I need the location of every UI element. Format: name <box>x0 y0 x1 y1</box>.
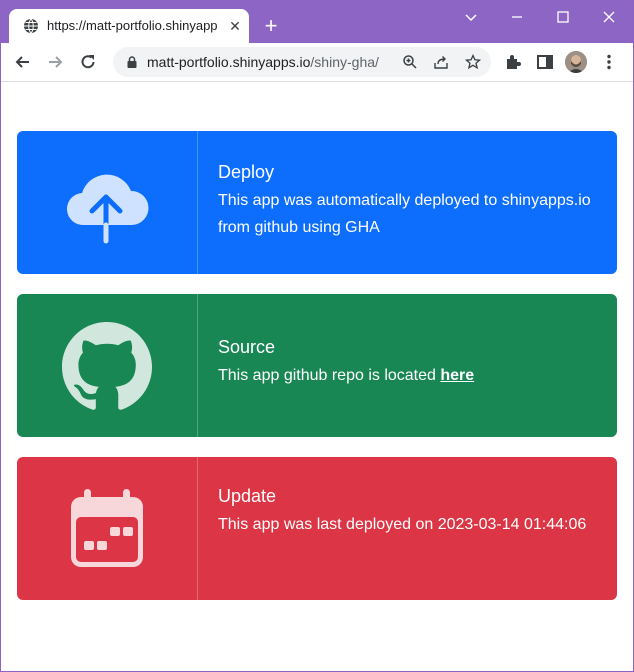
update-card-title: Update <box>218 486 277 506</box>
update-card-body: Update This app was last deployed on 202… <box>218 485 598 538</box>
page-content: Deploy This app was automatically deploy… <box>1 82 633 671</box>
source-card-title: Source <box>218 337 276 357</box>
kebab-menu-icon[interactable] <box>599 52 619 72</box>
forward-arrow-icon[interactable] <box>45 52 65 72</box>
globe-icon <box>24 18 38 34</box>
profile-avatar[interactable] <box>565 51 587 73</box>
update-card-text: This app was last deployed on 2023-03-14… <box>218 516 587 533</box>
browser-window: https://matt-portfolio.shinyapps.i ✕ + m… <box>0 0 634 672</box>
cloud-upload-icon <box>66 174 149 244</box>
reload-icon[interactable] <box>78 52 98 72</box>
address-bar[interactable]: matt-portfolio.shinyapps.io/shiny-gha/ <box>113 47 491 77</box>
tab-title: https://matt-portfolio.shinyapps.i <box>47 18 217 33</box>
extensions-puzzle-icon[interactable] <box>503 52 523 72</box>
source-card-text: This app github repo is located here <box>218 362 598 389</box>
bookmark-star-icon[interactable] <box>465 54 481 70</box>
source-icon-area <box>17 294 198 437</box>
share-icon[interactable] <box>433 54 449 70</box>
deploy-card-text: This app was automatically deployed to s… <box>218 192 591 236</box>
back-arrow-icon[interactable] <box>13 52 33 72</box>
zoom-icon[interactable] <box>402 54 418 70</box>
deploy-card: Deploy This app was automatically deploy… <box>17 131 617 274</box>
source-card-body: Source This app github repo is located h… <box>218 336 598 389</box>
deploy-card-body: Deploy This app was automatically deploy… <box>218 161 598 241</box>
side-panel-icon[interactable] <box>535 52 555 72</box>
deploy-card-title: Deploy <box>218 162 275 182</box>
chevron-down-icon[interactable] <box>461 7 481 27</box>
source-card: Source This app github repo is located h… <box>17 294 617 437</box>
browser-titlebar: https://matt-portfolio.shinyapps.i ✕ + <box>1 1 633 43</box>
url-path: /shiny-gha/ <box>310 54 379 70</box>
new-tab-icon[interactable]: + <box>259 15 283 39</box>
source-card-text-prefix: This app github repo is located <box>218 367 436 384</box>
maximize-icon[interactable] <box>553 7 573 27</box>
close-tab-icon[interactable]: ✕ <box>227 18 243 34</box>
browser-tab[interactable]: https://matt-portfolio.shinyapps.i ✕ <box>9 9 249 43</box>
close-window-icon[interactable] <box>599 7 619 27</box>
lock-icon[interactable] <box>125 55 139 69</box>
url-text[interactable]: matt-portfolio.shinyapps.io/shiny-gha/ <box>147 53 397 71</box>
browser-toolbar: matt-portfolio.shinyapps.io/shiny-gha/ <box>1 43 633 82</box>
update-card: Update This app was last deployed on 202… <box>17 457 617 600</box>
minimize-icon[interactable] <box>507 7 527 27</box>
deploy-icon-area <box>17 131 198 274</box>
repo-link[interactable]: here <box>440 367 474 384</box>
update-icon-area <box>17 457 198 600</box>
profile-photo-icon <box>565 51 587 73</box>
url-host: matt-portfolio.shinyapps.io <box>147 54 311 70</box>
github-icon <box>62 322 152 410</box>
calendar-icon <box>71 489 143 567</box>
